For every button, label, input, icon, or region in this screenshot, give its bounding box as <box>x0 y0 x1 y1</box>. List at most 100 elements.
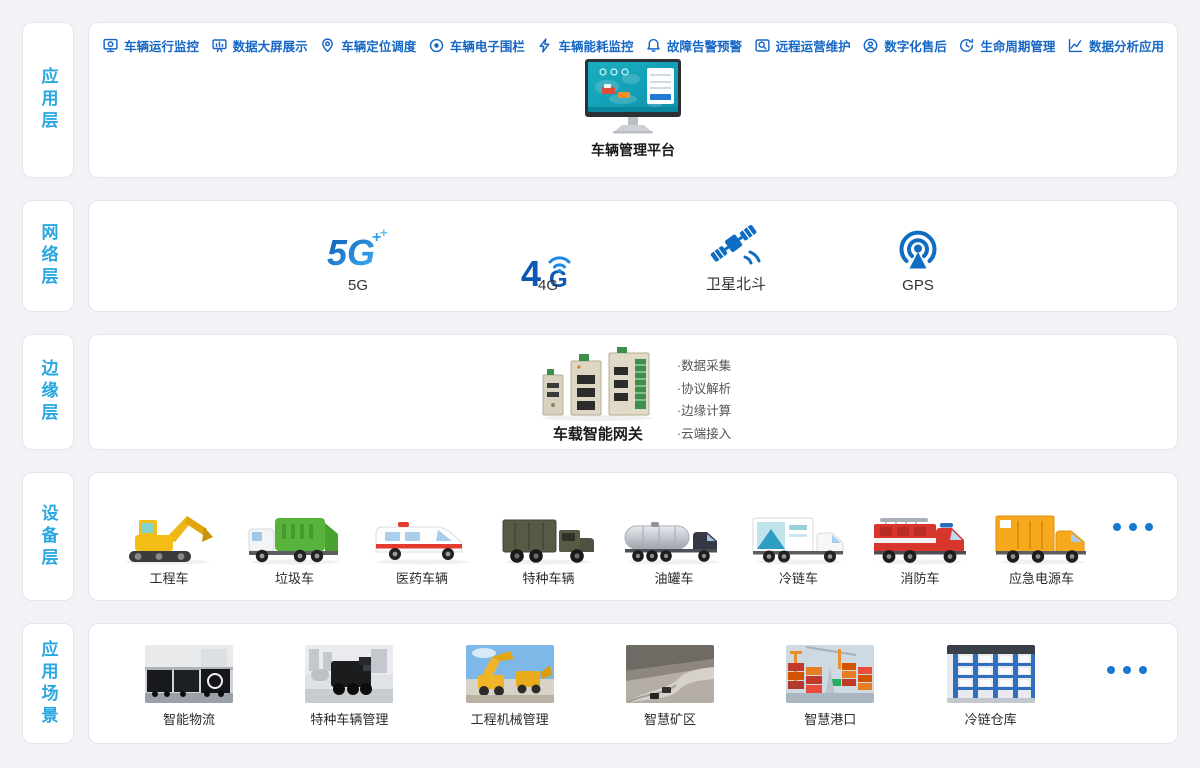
vehicle-label: 消防车 <box>900 568 939 587</box>
network-item-gps: GPS <box>895 227 941 294</box>
network-item-5g: 5G + + 5G <box>325 227 391 294</box>
scenario-special-vehicle: 特种车辆管理 <box>305 645 393 728</box>
network-items: 5G + + 5G 4 G <box>89 201 1177 311</box>
gateway-feature: ·协议解析 <box>677 378 731 401</box>
vehicle-fire: 消防车 <box>870 505 970 587</box>
device-layer-row: 设备层 工程车 <box>22 472 1178 601</box>
scenario-panel: 智能物流 特种车辆管理 <box>88 623 1178 744</box>
application-panel: 车辆运行监控 数据大屏展示 车辆定位调度 车辆电子围栏 车辆能耗监控 故障告警预… <box>88 22 1178 178</box>
app-item-positioning-dispatch: 车辆定位调度 <box>319 36 416 55</box>
app-item-label: 生命周期管理 <box>980 36 1055 55</box>
scenario-label: 智能物流 <box>163 709 215 728</box>
gateway-feature: ·数据采集 <box>677 355 731 378</box>
management-platform-monitor-image <box>585 59 681 135</box>
network-item-label: 卫星北斗 <box>706 273 766 294</box>
scenario-label: 工程机械管理 <box>471 709 549 728</box>
energy-icon <box>536 37 553 54</box>
ambulance-image <box>368 505 476 565</box>
geofence-icon <box>428 37 445 54</box>
vehicle-label: 应急电源车 <box>1009 568 1074 587</box>
app-item-label: 车辆电子围栏 <box>450 36 525 55</box>
lifecycle-icon <box>958 37 975 54</box>
edge-panel: 车载智能网关 ·数据采集 ·协议解析 ·边缘计算 ·云端接入 <box>88 334 1178 450</box>
vehicle-emergency-power: 应急电源车 <box>992 505 1092 587</box>
dot-icon <box>1107 666 1115 674</box>
app-item-vehicle-monitoring: 车辆运行监控 <box>102 36 199 55</box>
scenario-label: 智慧港口 <box>804 709 856 728</box>
app-item-remote-maintenance: 远程运营维护 <box>754 36 851 55</box>
app-item-lifecycle: 生命周期管理 <box>958 36 1055 55</box>
scenario-logistics: 智能物流 <box>145 645 233 728</box>
more-scenarios-indicator <box>1107 666 1147 674</box>
gateway-features: ·数据采集 ·协议解析 ·边缘计算 ·云端接入 <box>677 347 731 445</box>
gateway-block: 车载智能网关 <box>535 347 661 444</box>
scenario-port: 智慧港口 <box>786 645 874 728</box>
tanker-truck-image <box>621 505 727 565</box>
network-layer-row: 网络层 5G + + 5G 4 G <box>22 200 1178 312</box>
garbage-truck-image <box>243 505 347 565</box>
vehicle-monitor-icon <box>102 37 119 54</box>
vehicle-tanker: 油罐车 <box>621 505 727 587</box>
network-item-label: 4G <box>538 277 558 294</box>
vehicle-medical: 医药车辆 <box>368 505 476 587</box>
app-item-label: 数字化售后 <box>884 36 947 55</box>
svg-text:5G: 5G <box>327 232 375 273</box>
edge-content: 车载智能网关 ·数据采集 ·协议解析 ·边缘计算 ·云端接入 <box>89 335 1177 449</box>
app-item-geofence: 车辆电子围栏 <box>428 36 525 55</box>
svg-text:+: + <box>380 227 388 240</box>
scenario-label: 冷链仓库 <box>965 709 1017 728</box>
scenario-cold-warehouse: 冷链仓库 <box>947 645 1035 728</box>
excavator-image <box>117 505 221 565</box>
dot-icon <box>1123 666 1131 674</box>
dashboard-screen-icon <box>211 37 228 54</box>
network-item-4g: 4 G 4G <box>519 246 577 294</box>
headset-service-icon <box>862 37 879 54</box>
line-chart-icon <box>1067 37 1084 54</box>
scenario-construction: 工程机械管理 <box>466 645 554 728</box>
scenario-layer-row: 应用场景 智能物流 <box>22 623 1178 744</box>
vehicle-cold-chain: 冷链车 <box>749 505 849 587</box>
special-vehicle-management-photo <box>305 645 393 703</box>
platform-label: 车辆管理平台 <box>591 140 675 160</box>
network-item-beidou: 卫星北斗 <box>705 223 767 294</box>
app-item-big-screen: 数据大屏展示 <box>211 36 308 55</box>
scenario-label: 特种车辆管理 <box>310 709 388 728</box>
app-item-label: 车辆定位调度 <box>341 36 416 55</box>
network-item-label: GPS <box>902 277 934 294</box>
smart-port-photo <box>786 645 874 703</box>
device-panel: 工程车 垃圾车 <box>88 472 1178 601</box>
app-item-label: 数据分析应用 <box>1089 36 1164 55</box>
vehicle-gateway-image <box>535 347 661 421</box>
app-item-energy-monitoring: 车辆能耗监控 <box>536 36 633 55</box>
layer-tab-network: 网络层 <box>22 200 74 312</box>
alarm-bell-icon <box>645 37 662 54</box>
scenario-list: 智能物流 特种车辆管理 <box>89 624 1177 743</box>
remote-maintenance-icon <box>754 37 771 54</box>
app-item-fault-alarm: 故障告警预警 <box>645 36 742 55</box>
more-vehicles-indicator <box>1113 523 1153 531</box>
app-item-label: 远程运营维护 <box>776 36 851 55</box>
cold-chain-warehouse-photo <box>947 645 1035 703</box>
application-items: 车辆运行监控 数据大屏展示 车辆定位调度 车辆电子围栏 车辆能耗监控 故障告警预… <box>89 23 1177 55</box>
gateway-feature: ·边缘计算 <box>677 400 731 423</box>
application-layer-row: 应用层 车辆运行监控 数据大屏展示 车辆定位调度 车辆电子围栏 车辆能耗监控 <box>22 22 1178 178</box>
vehicle-label: 工程车 <box>149 568 188 587</box>
smart-mine-photo <box>626 645 714 703</box>
dot-icon <box>1145 523 1153 531</box>
layer-tab-scenario: 应用场景 <box>22 623 74 744</box>
app-item-label: 数据大屏展示 <box>233 36 308 55</box>
scenario-label: 智慧矿区 <box>644 709 696 728</box>
vehicle-list: 工程车 垃圾车 <box>89 473 1177 600</box>
gps-antenna-icon <box>895 227 941 273</box>
vehicle-label: 特种车辆 <box>522 568 574 587</box>
smart-logistics-photo <box>145 645 233 703</box>
app-item-label: 故障告警预警 <box>667 36 742 55</box>
cold-chain-truck-image <box>749 505 849 565</box>
fire-truck-image <box>870 505 970 565</box>
dot-icon <box>1139 666 1147 674</box>
scenario-mine: 智慧矿区 <box>626 645 714 728</box>
satellite-icon <box>705 223 767 269</box>
app-item-digital-aftersales: 数字化售后 <box>862 36 947 55</box>
5g-icon: 5G + + <box>325 227 391 273</box>
gateway-feature: ·云端接入 <box>677 423 731 446</box>
